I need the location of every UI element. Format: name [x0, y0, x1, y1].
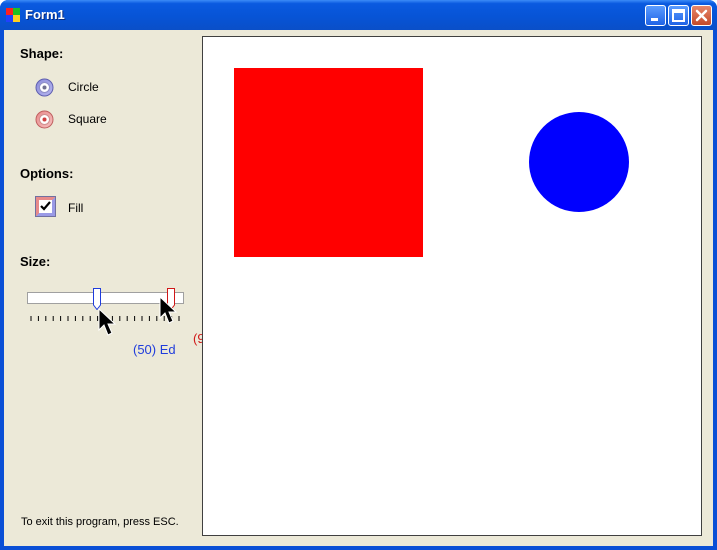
- fill-label[interactable]: Fill: [68, 201, 83, 215]
- exit-hint: To exit this program, press ESC.: [21, 516, 179, 528]
- drawing-canvas[interactable]: [202, 36, 702, 536]
- mouse-cursor-ed-icon: [98, 308, 117, 336]
- title-bar[interactable]: Form1: [0, 0, 717, 30]
- size-slider-thumb-ed[interactable]: [93, 288, 101, 310]
- window-title: Form1: [25, 7, 65, 22]
- size-heading: Size:: [20, 254, 51, 269]
- circle-label[interactable]: Circle: [68, 80, 99, 94]
- shape-heading: Shape:: [20, 46, 64, 61]
- client-area: Shape: Circle Square Options: Fill Size:…: [4, 30, 713, 546]
- options-heading: Options:: [20, 166, 74, 181]
- close-icon: [695, 9, 708, 22]
- circle-radio[interactable]: [35, 78, 54, 97]
- blue-circle-shape: [529, 112, 629, 212]
- square-radio[interactable]: [35, 110, 54, 129]
- app-icon[interactable]: [5, 7, 21, 23]
- fill-checkbox[interactable]: [35, 196, 56, 217]
- square-label[interactable]: Square: [68, 112, 107, 126]
- red-square-shape: [234, 68, 423, 257]
- app-window: Form1 Shape: Circle Square Options: Fill…: [0, 0, 717, 550]
- mouse-cursor-rob-icon: [159, 296, 178, 324]
- minimize-button[interactable]: [645, 5, 666, 26]
- maximize-icon: [672, 9, 685, 22]
- maximize-button[interactable]: [668, 5, 689, 26]
- user-tag-ed: (50) Ed: [133, 342, 176, 357]
- close-button[interactable]: [691, 5, 712, 26]
- minimize-icon: [651, 18, 658, 21]
